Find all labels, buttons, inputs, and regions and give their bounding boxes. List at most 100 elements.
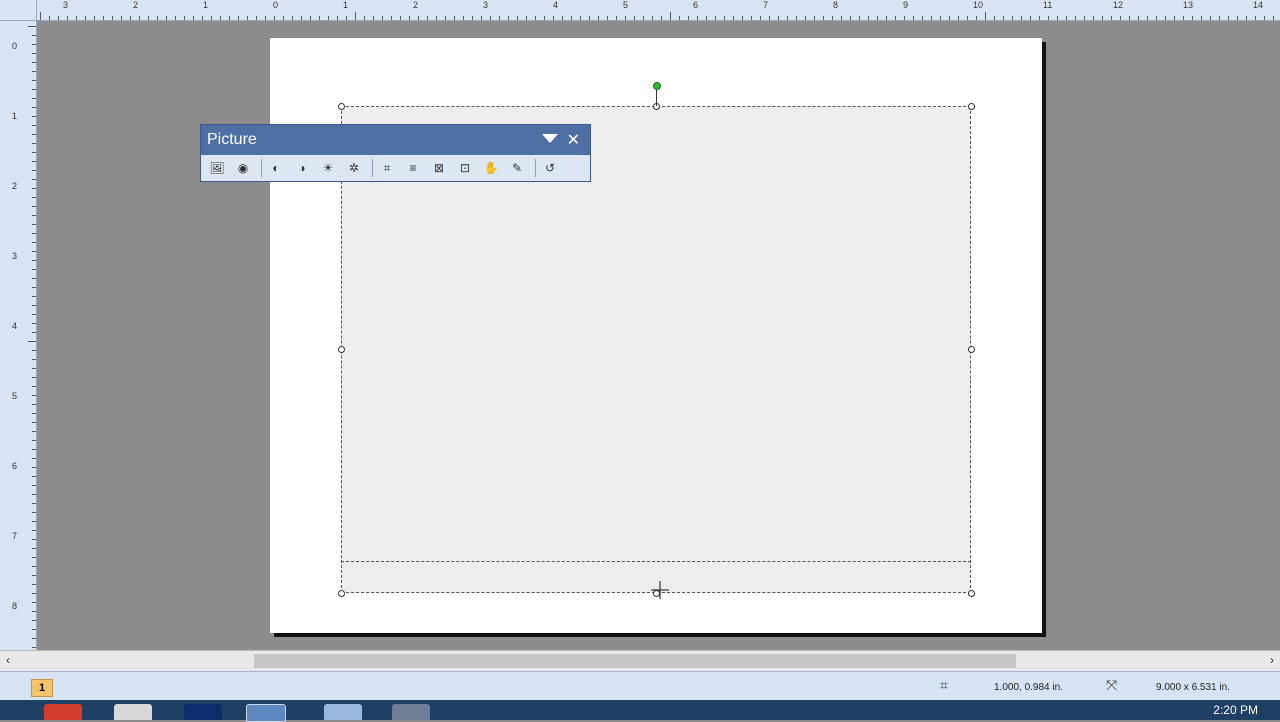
resize-handle-top-right[interactable] [968, 103, 975, 110]
ruler-tick [697, 16, 698, 20]
ruler-tick [32, 548, 36, 549]
resize-handle-right[interactable] [968, 346, 975, 353]
ruler-tick [724, 16, 725, 20]
ruler-tick [28, 26, 36, 27]
ruler-tick [283, 16, 284, 20]
explorer-taskbar-icon[interactable] [114, 704, 152, 720]
rotate-handle[interactable] [653, 82, 661, 90]
move-cursor-icon [651, 581, 669, 599]
ruler-tick [652, 16, 653, 20]
ruler-tick [904, 16, 905, 20]
ruler-tick [607, 16, 608, 20]
ruler-tick [184, 16, 185, 20]
line-style-icon[interactable]: ≡ [402, 157, 424, 179]
ruler-tick [32, 206, 36, 207]
ruler-tick [1228, 16, 1229, 20]
resize-handle-left[interactable] [338, 346, 345, 353]
ruler-tick [265, 16, 266, 20]
ruler-tick [229, 16, 230, 20]
ruler-tick [32, 251, 36, 252]
ruler-tick [94, 16, 95, 20]
toolbar-titlebar[interactable]: Picture ✕ [201, 125, 590, 155]
resize-handle-top-left[interactable] [338, 103, 345, 110]
toolbar-options-icon[interactable] [542, 134, 558, 143]
ruler-tick [409, 16, 410, 20]
ruler-tick [1021, 16, 1022, 20]
ruler-label: 4 [553, 0, 559, 10]
ruler-label: 5 [623, 0, 629, 10]
ruler-tick [32, 233, 36, 234]
less-contrast-icon[interactable]: ◑ [291, 157, 313, 179]
format-picture-icon[interactable]: ✋ [480, 157, 502, 179]
ruler-tick [32, 98, 36, 99]
picture-toolbar[interactable]: Picture ✕ 🖼 ◉ ◐ ◑ ☀ ✲ ⌗ ≡ ⊠ ⊡ ✋ ✎ ↺ [200, 124, 591, 182]
ruler-tick [292, 16, 293, 20]
ruler-tick [778, 16, 779, 20]
more-brightness-icon[interactable]: ☀ [317, 157, 339, 179]
vertical-ruler[interactable]: 0 1 2 3 4 5 6 7 8 [0, 20, 37, 650]
ruler-tick [148, 16, 149, 20]
crop-icon[interactable]: ⌗ [376, 157, 398, 179]
ruler-tick [985, 12, 986, 20]
object-size: 9.000 x 6.531 in. [1156, 682, 1230, 693]
ruler-label: 2 [12, 181, 18, 191]
ruler-label: 11 [1043, 0, 1053, 10]
ruler-label: 10 [973, 0, 984, 10]
ruler-tick [32, 134, 36, 135]
ruler-tick [742, 16, 743, 20]
ruler-tick [814, 16, 815, 20]
window-taskbar-icon[interactable] [324, 704, 362, 720]
photoshop-taskbar-icon[interactable] [184, 704, 222, 720]
ruler-label: 3 [12, 251, 18, 261]
ruler-tick [32, 638, 36, 639]
ruler-tick [32, 161, 36, 162]
chrome-taskbar-icon[interactable] [44, 704, 82, 720]
ruler-tick [382, 16, 383, 20]
scrollbar-thumb[interactable] [254, 654, 1016, 668]
horizontal-scrollbar[interactable]: ‹ › [0, 650, 1280, 671]
resize-handle-bottom-right[interactable] [968, 590, 975, 597]
less-brightness-icon[interactable]: ✲ [343, 157, 365, 179]
ruler-tick [32, 116, 36, 117]
ruler-tick [32, 494, 36, 495]
scroll-right-icon[interactable]: › [1270, 653, 1274, 667]
ruler-label: 2 [133, 0, 139, 10]
compress-pictures-icon[interactable]: ⊠ [428, 157, 450, 179]
ruler-tick [679, 16, 680, 20]
ruler-tick [787, 16, 788, 20]
ruler-tick [1264, 16, 1265, 20]
horizontal-ruler[interactable]: 3 2 1 0 1 2 3 4 5 6 7 8 9 10 11 12 13 14 [0, 0, 1280, 21]
clock[interactable]: 2:20 PM [1213, 703, 1258, 717]
ruler-tick [40, 12, 41, 20]
insert-picture-icon[interactable]: 🖼 [206, 157, 228, 179]
reset-picture-icon[interactable]: ↺ [539, 157, 561, 179]
toolbar-close-icon[interactable]: ✕ [567, 130, 580, 150]
ruler-tick [1219, 16, 1220, 20]
ruler-tick [886, 16, 887, 20]
ruler-label: 8 [833, 0, 839, 10]
ruler-corner [0, 0, 37, 21]
ruler-tick [157, 16, 158, 20]
ruler-tick [1201, 16, 1202, 20]
resize-handle-bottom-left[interactable] [338, 590, 345, 597]
app-taskbar-icon[interactable] [392, 704, 430, 720]
ruler-tick [805, 16, 806, 20]
ruler-tick [580, 16, 581, 20]
ruler-tick [32, 215, 36, 216]
ruler-tick [130, 16, 131, 20]
ruler-tick [32, 269, 36, 270]
more-contrast-icon[interactable]: ◐ [265, 157, 287, 179]
ruler-label: 0 [12, 41, 18, 51]
scroll-left-icon[interactable]: ‹ [6, 653, 10, 667]
text-wrapping-icon[interactable]: ⊡ [454, 157, 476, 179]
ruler-tick [1156, 16, 1157, 20]
ruler-tick [463, 16, 464, 20]
publisher-taskbar-icon[interactable] [246, 704, 286, 722]
ruler-tick [571, 16, 572, 20]
ruler-tick [625, 16, 626, 20]
set-transparent-color-icon[interactable]: ✎ [506, 157, 528, 179]
ruler-tick [445, 16, 446, 20]
ruler-tick [1039, 16, 1040, 20]
color-icon[interactable]: ◉ [232, 157, 254, 179]
page-number-button[interactable]: 1 [31, 679, 53, 697]
